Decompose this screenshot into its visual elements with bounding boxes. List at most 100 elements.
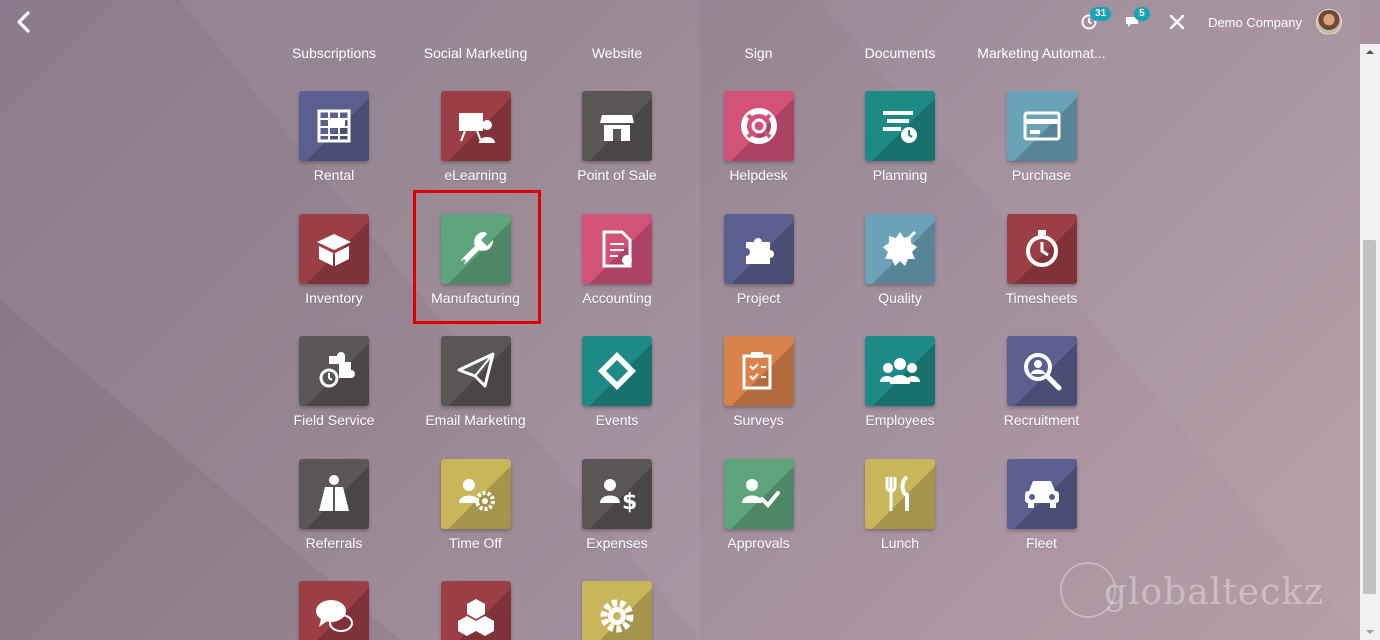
app-label: Helpdesk (729, 167, 788, 183)
app-discuss[interactable] (264, 581, 404, 640)
field-service-icon[interactable] (299, 336, 369, 406)
app-project[interactable]: Project (689, 213, 829, 306)
scroll-up-icon[interactable] (1360, 44, 1380, 60)
app-quality[interactable]: Quality (830, 213, 970, 306)
fleet-icon[interactable] (1006, 458, 1077, 529)
activity-count-badge: 31 (1090, 7, 1112, 21)
app-label: eLearning (444, 167, 507, 183)
app-field-service[interactable]: Field Service (264, 336, 404, 428)
app-point-of-sale[interactable]: Point of Sale (547, 91, 687, 183)
quality-icon[interactable] (865, 213, 935, 284)
app-label: Email Marketing (425, 412, 526, 428)
app-email-marketing[interactable]: Email Marketing (406, 336, 546, 428)
rental-icon[interactable] (299, 91, 369, 161)
app-label: Timesheets (1005, 289, 1078, 306)
app-purchase[interactable]: Purchase (972, 91, 1112, 183)
app-label: Planning (872, 167, 928, 183)
app-settings[interactable] (547, 581, 687, 640)
app-label: Manufacturing (431, 289, 520, 306)
app-website[interactable]: Website (547, 45, 687, 61)
tools-icon (1169, 14, 1185, 30)
referrals-icon[interactable] (299, 458, 369, 529)
company-switcher[interactable]: Demo Company (1208, 15, 1302, 30)
app-documents[interactable]: Documents (830, 45, 970, 61)
elearning-icon[interactable] (440, 91, 511, 161)
messages-menu[interactable]: 5 (1124, 7, 1150, 31)
app-label: Quality (878, 289, 922, 306)
vertical-scrollbar[interactable] (1360, 44, 1380, 640)
surveys-icon[interactable] (723, 336, 794, 406)
app-helpdesk[interactable]: Helpdesk (689, 91, 829, 183)
approvals-icon[interactable] (723, 458, 794, 529)
app-planning[interactable]: Planning (830, 91, 970, 183)
app-label: Field Service (293, 412, 375, 428)
top-bar: 31 5 Demo Company (0, 0, 1360, 44)
events-icon[interactable] (582, 336, 652, 406)
scroll-thumb[interactable] (1363, 240, 1376, 594)
inventory-icon[interactable] (299, 213, 369, 284)
app-label: Point of Sale (577, 167, 657, 183)
watermark: globalteckz (1060, 560, 1323, 620)
email-marketing-icon[interactable] (440, 336, 511, 406)
discuss-icon[interactable] (299, 581, 369, 640)
app-events[interactable]: Events (547, 336, 687, 428)
app-surveys[interactable]: Surveys (689, 336, 829, 428)
systray: 31 5 Demo Company (1066, 7, 1342, 36)
app-referrals[interactable]: Referrals (264, 458, 404, 551)
activity-menu[interactable]: 31 (1080, 7, 1112, 31)
expenses-icon[interactable]: $ (582, 458, 652, 529)
point-of-sale-icon[interactable] (582, 91, 652, 161)
app-sign[interactable]: Sign (689, 45, 829, 61)
planning-icon[interactable] (865, 91, 935, 161)
settings-icon[interactable] (582, 581, 652, 640)
app-manufacturing[interactable]: Manufacturing (406, 213, 546, 306)
app-inventory[interactable]: Inventory (264, 213, 404, 306)
app-rental[interactable]: Rental (264, 91, 404, 183)
lunch-icon[interactable] (865, 458, 935, 529)
recruitment-icon[interactable] (1006, 336, 1077, 406)
app-accounting[interactable]: Accounting (547, 213, 687, 306)
debug-tools-menu[interactable] (1168, 13, 1186, 31)
app-marketing-automat[interactable]: Marketing Automat... (972, 45, 1112, 61)
app-label: Rental (313, 167, 355, 183)
purchase-icon[interactable] (1006, 91, 1077, 161)
app-lunch[interactable]: Lunch (830, 458, 970, 551)
app-timesheets[interactable]: Timesheets (972, 213, 1112, 306)
helpdesk-icon[interactable] (723, 91, 794, 161)
app-label: Lunch (880, 534, 920, 551)
app-fleet[interactable]: Fleet (972, 458, 1112, 551)
project-icon[interactable] (723, 213, 794, 284)
app-label: Approvals (727, 534, 790, 551)
watermark-text: globalteckz (1104, 572, 1324, 613)
messages-count-badge: 5 (1134, 7, 1150, 21)
app-label: Surveys (733, 412, 784, 428)
app-social-marketing[interactable]: Social Marketing (406, 45, 546, 61)
app-expenses[interactable]: $ Expenses (547, 458, 687, 551)
app-approvals[interactable]: Approvals (689, 458, 829, 551)
timesheets-icon[interactable] (1006, 213, 1077, 284)
app-label: Time Off (449, 534, 502, 551)
time-off-icon[interactable] (440, 458, 511, 529)
scroll-down-icon[interactable] (1360, 624, 1380, 640)
svg-text:$: $ (622, 490, 637, 515)
apps-icon[interactable] (440, 581, 511, 640)
app-time-off[interactable]: Time Off (406, 458, 546, 551)
back-arrow-icon[interactable] (12, 9, 36, 35)
app-label: Expenses (586, 534, 648, 551)
app-label: Recruitment (1003, 412, 1080, 428)
app-label: Events (595, 412, 639, 428)
app-label: Employees (865, 412, 935, 428)
app-subscriptions[interactable]: Subscriptions (264, 45, 404, 61)
app-label: Project (736, 289, 781, 306)
app-apps[interactable] (406, 581, 546, 640)
app-elearning[interactable]: eLearning (406, 91, 546, 183)
employees-icon[interactable] (865, 336, 935, 406)
app-label: Inventory (305, 289, 363, 306)
app-recruitment[interactable]: Recruitment (972, 336, 1112, 428)
user-avatar[interactable] (1316, 9, 1342, 35)
app-label: Purchase (1011, 167, 1072, 183)
manufacturing-icon[interactable] (440, 213, 511, 284)
app-employees[interactable]: Employees (830, 336, 970, 428)
app-label: Accounting (582, 289, 652, 306)
accounting-icon[interactable] (582, 213, 652, 284)
